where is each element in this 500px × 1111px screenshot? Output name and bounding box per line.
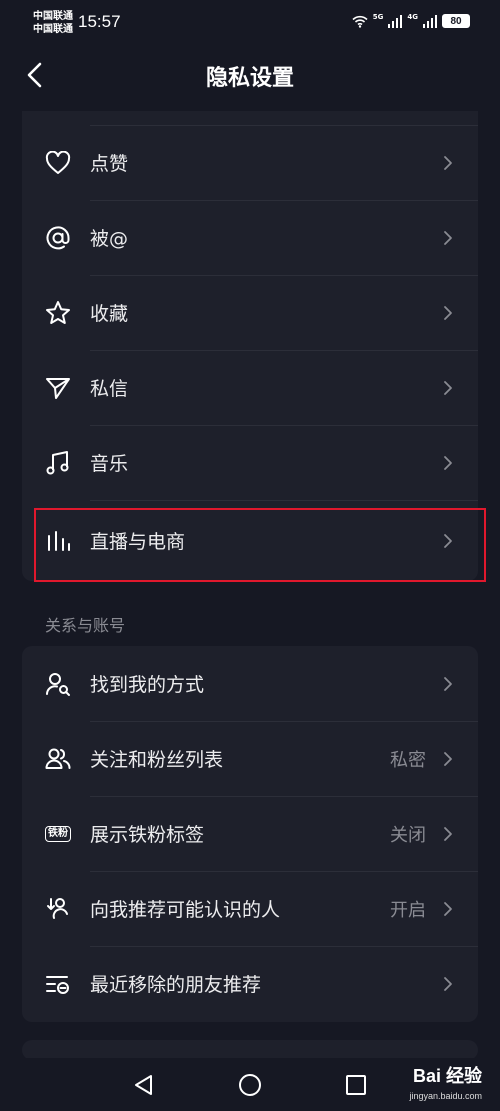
status-icons: 5G 4G 80 bbox=[352, 13, 470, 28]
chevron-right-icon bbox=[440, 749, 456, 769]
page-title: 隐私设置 bbox=[205, 66, 294, 91]
star-icon bbox=[44, 299, 72, 327]
row-fan-badge[interactable]: 铁粉 展示铁粉标签 关闭 bbox=[22, 796, 478, 871]
baidu-watermark: Bai 经验 jingyan.baidu.com bbox=[409, 1066, 482, 1106]
row-value: 关闭 bbox=[390, 824, 426, 846]
row-music[interactable]: 音乐 bbox=[22, 425, 478, 500]
row-value: 私密 bbox=[390, 749, 426, 771]
signal-bars-icon bbox=[423, 14, 437, 28]
user-search-icon bbox=[44, 670, 72, 698]
divider bbox=[90, 500, 478, 501]
chevron-right-icon bbox=[440, 453, 456, 473]
watermark-site: jingyan.baidu.com bbox=[409, 1091, 482, 1101]
row-label: 音乐 bbox=[90, 453, 129, 475]
row-label: 私信 bbox=[90, 378, 129, 400]
signal-bars-icon bbox=[388, 14, 403, 28]
row-label: 展示铁粉标签 bbox=[90, 824, 205, 846]
chevron-right-icon bbox=[440, 228, 456, 248]
status-bar: 中国联通 中国联通 15:57 5G 4G 80 bbox=[0, 0, 500, 44]
row-live-commerce[interactable]: 直播与电商 bbox=[22, 503, 478, 578]
system-nav-bar: Bai 经验 jingyan.baidu.com bbox=[0, 1058, 500, 1111]
interaction-settings-card: 点赞 被@ 收藏 私信 音乐 直播与电商 bbox=[22, 111, 478, 581]
chevron-right-icon bbox=[440, 674, 456, 694]
recommend-user-icon bbox=[44, 895, 72, 923]
chevron-right-icon bbox=[440, 531, 456, 551]
at-icon bbox=[44, 224, 72, 252]
row-mentions[interactable]: 被@ bbox=[22, 200, 478, 275]
clock: 15:57 bbox=[78, 12, 121, 31]
fan-badge-icon: 铁粉 bbox=[44, 820, 72, 848]
fan-badge-text: 铁粉 bbox=[45, 825, 71, 842]
signal-label-2: 4G bbox=[407, 13, 418, 21]
row-likes[interactable]: 点赞 bbox=[22, 125, 478, 200]
row-label: 收藏 bbox=[90, 303, 129, 325]
nav-back-button[interactable] bbox=[131, 1072, 157, 1098]
row-label: 直播与电商 bbox=[90, 531, 186, 553]
triangle-back-icon bbox=[135, 1075, 152, 1095]
nav-bar: 隐私设置 bbox=[0, 44, 500, 106]
row-messages[interactable]: 私信 bbox=[22, 350, 478, 425]
row-removed-recommend[interactable]: 最近移除的朋友推荐 bbox=[22, 946, 478, 1021]
chevron-right-icon bbox=[440, 899, 456, 919]
carrier-1: 中国联通 bbox=[33, 11, 73, 22]
carrier-labels: 中国联通 中国联通 bbox=[33, 10, 73, 36]
square-recents-icon bbox=[346, 1075, 366, 1095]
chevron-right-icon bbox=[440, 974, 456, 994]
row-label: 被@ bbox=[90, 228, 129, 250]
row-label: 找到我的方式 bbox=[90, 674, 205, 696]
section-title: 关系与账号 bbox=[45, 616, 126, 635]
removed-list-icon bbox=[44, 970, 72, 998]
heart-icon bbox=[44, 149, 72, 177]
chevron-right-icon bbox=[440, 824, 456, 844]
users-icon bbox=[44, 745, 72, 773]
relations-settings-card: 找到我的方式 关注和粉丝列表 私密 铁粉 展示铁粉标签 关闭 向我推荐可能认识的… bbox=[22, 646, 478, 1022]
live-bars-icon bbox=[44, 527, 72, 555]
signal-label-1: 5G bbox=[372, 13, 384, 21]
wifi-icon bbox=[352, 15, 368, 28]
row-label: 最近移除的朋友推荐 bbox=[90, 974, 262, 996]
watermark-brand: Bai 经验 bbox=[412, 1066, 482, 1086]
chevron-right-icon bbox=[440, 153, 456, 173]
send-icon bbox=[44, 374, 72, 402]
battery-indicator: 80 bbox=[442, 14, 470, 28]
row-favorites[interactable]: 收藏 bbox=[22, 275, 478, 350]
row-find-me[interactable]: 找到我的方式 bbox=[22, 646, 478, 721]
nav-home-button[interactable] bbox=[237, 1072, 263, 1098]
nav-recents-button[interactable] bbox=[343, 1072, 369, 1098]
row-follow-list[interactable]: 关注和粉丝列表 私密 bbox=[22, 721, 478, 796]
row-label: 点赞 bbox=[90, 153, 129, 175]
row-value: 开启 bbox=[390, 899, 426, 921]
row-recommend-people[interactable]: 向我推荐可能认识的人 开启 bbox=[22, 871, 478, 946]
music-icon bbox=[44, 449, 72, 477]
chevron-right-icon bbox=[440, 303, 456, 323]
chevron-right-icon bbox=[440, 378, 456, 398]
carrier-2: 中国联通 bbox=[33, 24, 73, 35]
row-label: 关注和粉丝列表 bbox=[90, 749, 224, 771]
row-label: 向我推荐可能认识的人 bbox=[90, 899, 281, 921]
next-card-edge bbox=[22, 1040, 478, 1060]
circle-home-icon bbox=[239, 1074, 261, 1096]
